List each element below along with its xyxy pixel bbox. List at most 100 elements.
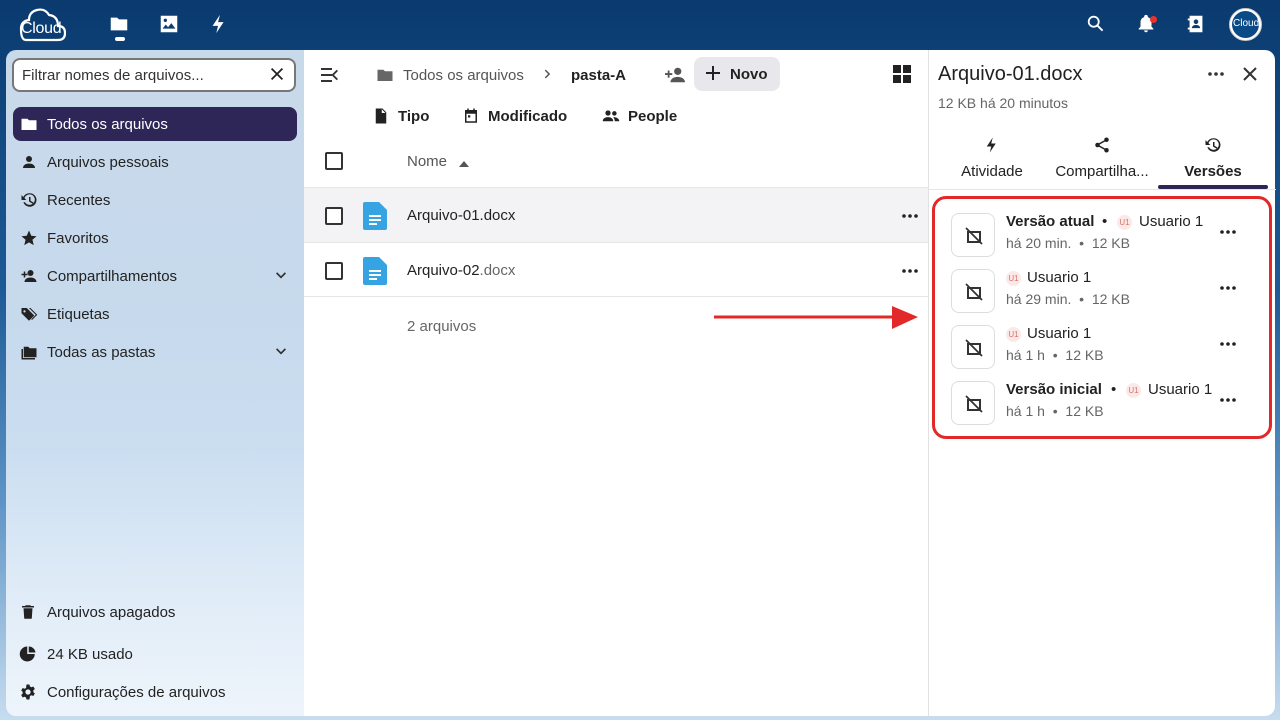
more-actions-icon[interactable] [1219, 335, 1237, 353]
version-meta: há 29 min. • 12 KB [1006, 291, 1130, 307]
details-title: Arquivo-01.docx [938, 63, 1083, 85]
version-meta: há 1 h • 12 KB [1006, 403, 1104, 419]
version-item[interactable]: U1 Usuario 1 há 29 min. • 12 KB [947, 266, 1267, 316]
select-all-checkbox[interactable] [325, 152, 343, 170]
clear-filter-icon[interactable] [268, 65, 288, 85]
search-icon[interactable] [1085, 13, 1109, 37]
toggle-navigation-icon[interactable] [320, 66, 340, 84]
filter-input[interactable] [22, 65, 262, 85]
name-column-header[interactable]: Nome [407, 153, 447, 170]
activity-icon [938, 136, 1046, 156]
user-badge: U1 [1126, 383, 1141, 398]
chevron-down-icon[interactable] [273, 268, 289, 284]
no-preview-icon [951, 269, 995, 313]
user-icon [20, 153, 38, 171]
document-icon [372, 107, 390, 125]
docx-file-icon [363, 257, 387, 285]
grid-view-icon[interactable] [892, 64, 912, 84]
tab-divider [929, 189, 1276, 190]
more-actions-icon[interactable] [1219, 223, 1237, 241]
tab-sharing[interactable]: Compartilha... [1048, 132, 1156, 188]
chevron-down-icon[interactable] [273, 344, 289, 360]
share-folder-icon[interactable] [664, 65, 686, 85]
user-avatar[interactable]: Cloud [1229, 8, 1262, 41]
no-preview-icon [951, 325, 995, 369]
close-icon[interactable] [1241, 65, 1261, 85]
version-item[interactable]: Versão atual • U1 Usuario 1 há 20 min. •… [947, 210, 1267, 260]
version-author: Usuario 1 [1148, 381, 1213, 398]
tab-versions[interactable]: Versões [1159, 132, 1267, 188]
files-app-icon[interactable] [108, 13, 132, 41]
version-meta: há 1 h • 12 KB [1006, 347, 1104, 363]
version-author: Usuario 1 [1027, 325, 1092, 342]
folder-icon [376, 66, 396, 84]
annotation-arrow [714, 306, 918, 329]
breadcrumb-current[interactable]: pasta-A [571, 67, 626, 84]
sidebar-item-recent[interactable]: Recentes [13, 183, 297, 217]
chevron-right-icon [541, 67, 555, 81]
version-item[interactable]: Versão inicial • U1 Usuario 1 há 1 h • 1… [947, 378, 1267, 428]
cloud-logo[interactable]: Cloud [18, 7, 66, 43]
contacts-icon[interactable] [1185, 13, 1209, 37]
files-settings-link[interactable]: Configurações de arquivos [19, 677, 299, 707]
top-bar: Cloud Cloud [0, 0, 1280, 50]
docx-file-icon [363, 202, 387, 230]
table-row[interactable]: Arquivo-01.docx [304, 187, 928, 242]
active-indicator [115, 37, 125, 41]
more-actions-icon[interactable] [1219, 279, 1237, 297]
star-icon [20, 229, 38, 247]
sidebar-item-all-folders[interactable]: Todas as pastas [13, 335, 297, 369]
no-preview-icon [951, 213, 995, 257]
version-author: Usuario 1 [1139, 213, 1204, 230]
gear-icon [19, 683, 37, 701]
activity-app-icon[interactable] [208, 13, 232, 37]
sort-ascending-icon[interactable] [458, 156, 470, 167]
row-checkbox[interactable] [325, 262, 343, 280]
folders-icon [20, 343, 38, 361]
history-icon [20, 191, 38, 209]
file-name[interactable]: Arquivo-02.docx [407, 262, 515, 279]
share-user-icon [20, 267, 38, 285]
version-label: Versão atual [1006, 213, 1095, 230]
storage-quota[interactable]: 24 KB usado [19, 639, 299, 669]
new-button[interactable]: Novo [694, 57, 780, 91]
versions-highlight-box: Versão atual • U1 Usuario 1 há 20 min. •… [932, 196, 1272, 439]
more-actions-icon[interactable] [901, 262, 919, 280]
user-badge: U1 [1006, 271, 1021, 286]
version-meta: há 20 min. • 12 KB [1006, 235, 1130, 251]
sidebar-item-personal-files[interactable]: Arquivos pessoais [13, 145, 297, 179]
logo-text: Cloud [21, 20, 62, 37]
photos-app-icon[interactable] [158, 13, 182, 37]
trash-icon [19, 603, 37, 621]
sidebar-item-tags[interactable]: Etiquetas [13, 297, 297, 331]
history-icon [1159, 136, 1267, 156]
notifications-bell-icon[interactable] [1135, 13, 1159, 37]
version-author: Usuario 1 [1027, 269, 1092, 286]
more-actions-icon[interactable] [1219, 391, 1237, 409]
pie-chart-icon [19, 645, 37, 663]
file-count-summary: 2 arquivos [407, 318, 477, 335]
more-actions-icon[interactable] [1207, 65, 1227, 85]
tab-activity[interactable]: Atividade [938, 132, 1046, 188]
sidebar-item-all-files[interactable]: Todos os arquivos [13, 107, 297, 141]
filter-filenames-field[interactable] [12, 58, 296, 92]
sidebar-item-favorites[interactable]: Favoritos [13, 221, 297, 255]
sidebar-item-shares[interactable]: Compartilhamentos [13, 259, 297, 293]
user-badge: U1 [1006, 327, 1021, 342]
tag-icon [20, 305, 38, 323]
table-row[interactable]: Arquivo-02.docx [304, 242, 928, 297]
more-actions-icon[interactable] [901, 207, 919, 225]
file-name[interactable]: Arquivo-01.docx [407, 207, 515, 224]
version-label: Versão inicial [1006, 381, 1102, 398]
details-sidebar: Arquivo-01.docx 12 KB há 20 minutos Ativ… [928, 50, 1276, 716]
folder-icon [20, 115, 38, 133]
calendar-icon [462, 107, 480, 125]
user-badge: U1 [1117, 215, 1132, 230]
no-preview-icon [951, 381, 995, 425]
details-subtitle: 12 KB há 20 minutos [938, 95, 1068, 111]
share-icon [1048, 136, 1156, 156]
row-checkbox[interactable] [325, 207, 343, 225]
breadcrumb-root[interactable]: Todos os arquivos [403, 67, 524, 84]
version-item[interactable]: U1 Usuario 1 há 1 h • 12 KB [947, 322, 1267, 372]
deleted-files-link[interactable]: Arquivos apagados [19, 597, 299, 627]
